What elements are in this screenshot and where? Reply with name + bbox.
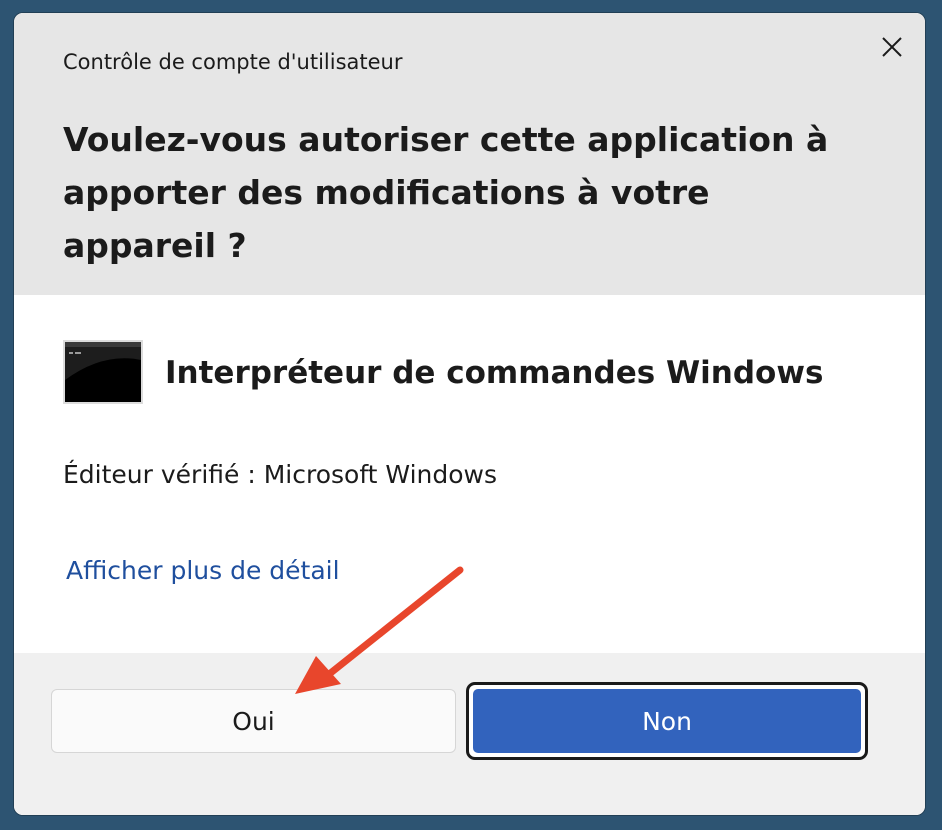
dialog-header: Contrôle de compte d'utilisateur Voulez-… — [14, 13, 925, 295]
command-prompt-icon — [63, 340, 143, 404]
publisher-label: Éditeur vérifié : Microsoft Windows — [63, 460, 498, 489]
close-button[interactable] — [872, 27, 912, 67]
app-name: Interpréteur de commandes Windows — [165, 355, 824, 391]
yes-button[interactable]: Oui — [51, 689, 456, 753]
show-details-link[interactable]: Afficher plus de détail — [66, 556, 340, 585]
dialog-title: Contrôle de compte d'utilisateur — [63, 50, 403, 74]
no-button[interactable]: Non — [473, 689, 861, 753]
close-icon — [882, 37, 902, 57]
dialog-question: Voulez-vous autoriser cette application … — [63, 120, 829, 265]
